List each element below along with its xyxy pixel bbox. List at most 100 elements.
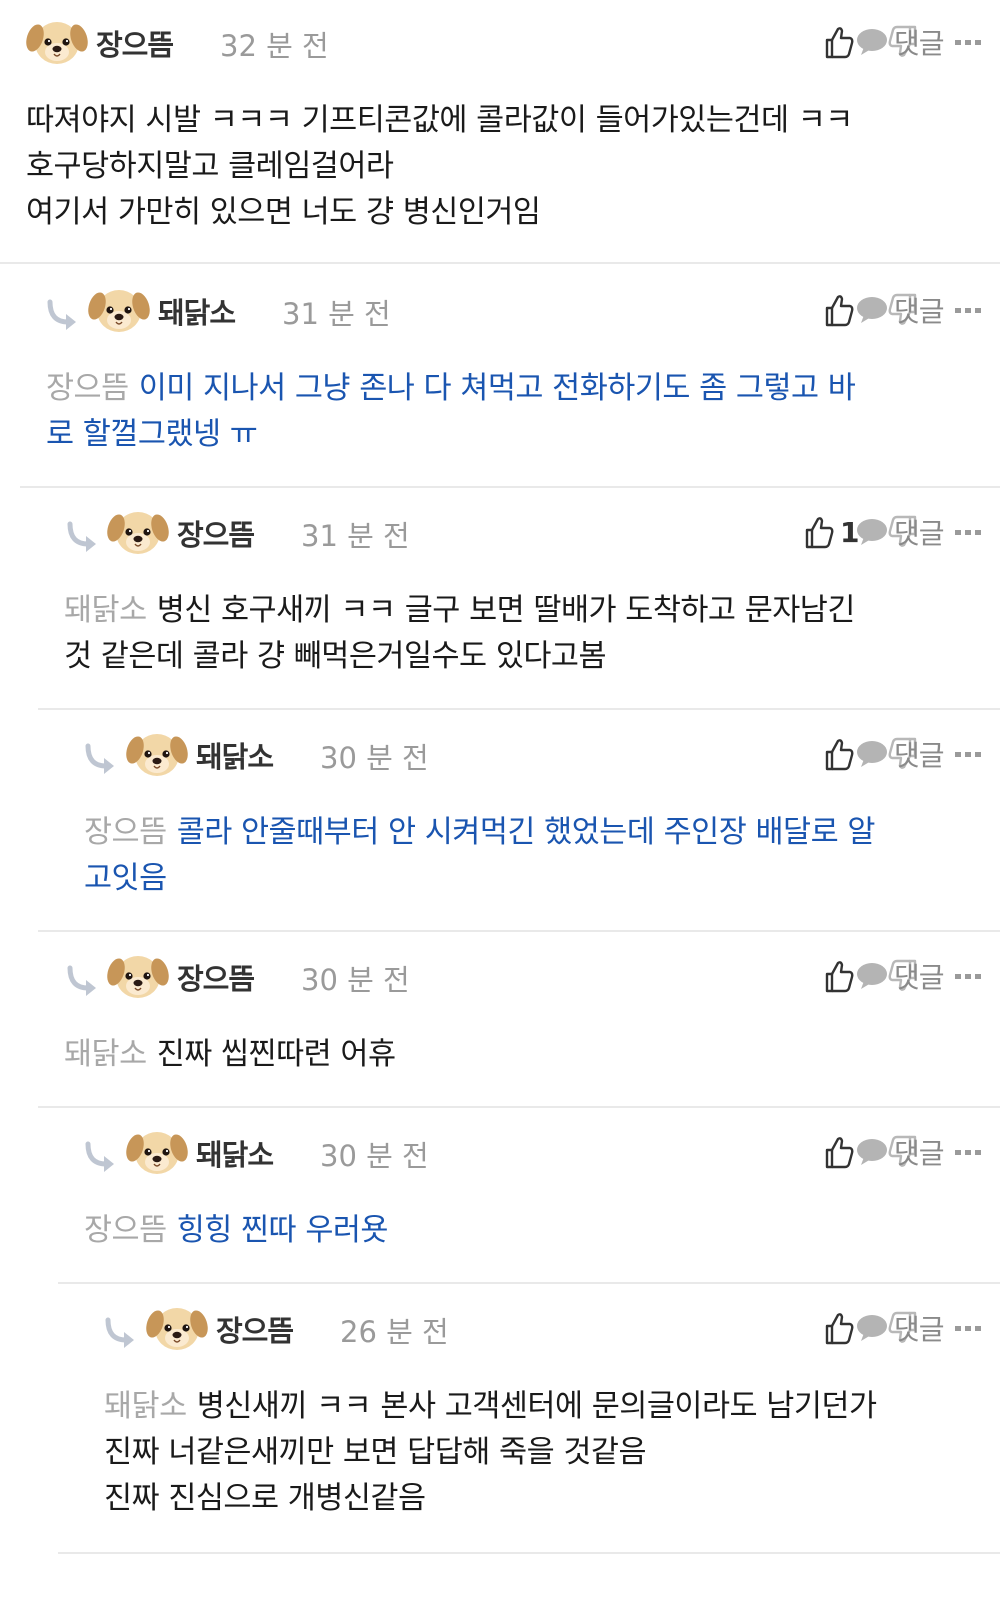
comment-text-line: 것 같은데 콜라 걍 빼먹은거일수도 있다고봄 [64, 634, 855, 680]
reply-button[interactable]: 댓글 [856, 512, 945, 552]
avatar[interactable] [126, 724, 188, 782]
username[interactable]: 돼닭소 [158, 290, 236, 332]
mention-tag[interactable]: 장으뜸 [84, 815, 167, 850]
username[interactable]: 장으뜸 [177, 956, 255, 998]
comment-text-line: 돼닭소 진짜 씹찐따련 어휴 [64, 1032, 396, 1078]
divider [0, 262, 1000, 264]
thumbs-up-icon [804, 515, 834, 549]
more-button[interactable] [954, 20, 982, 64]
username[interactable]: 장으뜸 [216, 1308, 294, 1350]
mention-tag[interactable]: 장으뜸 [46, 371, 129, 406]
divider [38, 1106, 1000, 1108]
reply-button[interactable]: 댓글 [856, 22, 945, 62]
comment-header: 돼닭소 30 분 전 [0, 724, 1000, 784]
mention-tag[interactable]: 돼닭소 [104, 1389, 187, 1424]
more-button[interactable] [954, 510, 982, 554]
more-dots-icon [954, 971, 982, 981]
comment-text-line: 장으뜸 힝힝 찐따 우러욧 [84, 1208, 389, 1254]
like-button[interactable] [824, 1130, 854, 1174]
reply-label: 댓글 [894, 1313, 945, 1346]
thumbs-up-icon [824, 959, 854, 993]
like-button[interactable]: 1 [804, 510, 859, 554]
username[interactable]: 돼닭소 [196, 1132, 274, 1174]
like-button[interactable] [824, 954, 854, 998]
comment-text: 따져야지 시발 ㅋㅋㅋ 기프티콘값에 콜라값이 들어가있는건데 ㅋㅋ [26, 103, 853, 138]
comment-text-line: 돼닭소 병신새끼 ㅋㅋ 본사 고객센터에 문의글이라도 남기던가 [104, 1384, 877, 1430]
reply-label: 댓글 [894, 961, 945, 994]
thumbs-up-icon [824, 25, 854, 59]
comment-text-line: 장으뜸 콜라 안줄때부터 안 시켜먹긴 했었는데 주인장 배달로 알 [84, 810, 875, 856]
reply-button[interactable]: 댓글 [856, 1132, 945, 1172]
reply-label: 댓글 [894, 1137, 945, 1170]
timestamp: 26 분 전 [340, 1315, 449, 1349]
speech-bubble-icon [856, 1137, 888, 1167]
timestamp: 30 분 전 [320, 741, 429, 775]
comment-text-line: 장으뜸 이미 지나서 그냥 존나 다 쳐먹고 전화하기도 좀 그렇고 바 [46, 366, 856, 412]
comment-text: 여기서 가만히 있으면 너도 걍 병신인거임 [26, 195, 541, 230]
timestamp: 31 분 전 [301, 519, 410, 553]
thumbs-up-icon [824, 737, 854, 771]
comment-text-line: 진짜 진심으로 개병신같음 [104, 1476, 877, 1522]
comment-body: 돼닭소 병신새끼 ㅋㅋ 본사 고객센터에 문의글이라도 남기던가 진짜 너같은새끼만… [104, 1384, 877, 1522]
thumbs-up-icon [824, 1135, 854, 1169]
more-button[interactable] [954, 1130, 982, 1174]
reply-button[interactable]: 댓글 [856, 734, 945, 774]
more-button[interactable] [954, 1306, 982, 1350]
comment-text: 이미 지나서 그냥 존나 다 쳐먹고 전화하기도 좀 그렇고 바 [138, 371, 856, 406]
avatar[interactable] [88, 280, 150, 338]
reply-button[interactable]: 댓글 [856, 1308, 945, 1348]
reply-arrow-icon [44, 296, 84, 336]
divider [20, 486, 1000, 488]
comment-text-line: 여기서 가만히 있으면 너도 걍 병신인거임 [26, 190, 853, 236]
more-button[interactable] [954, 288, 982, 332]
username[interactable]: 장으뜸 [177, 512, 255, 554]
speech-bubble-icon [856, 295, 888, 325]
like-button[interactable] [824, 732, 854, 776]
timestamp: 30 분 전 [320, 1139, 429, 1173]
reply-label: 댓글 [894, 295, 945, 328]
avatar[interactable] [146, 1298, 208, 1356]
mention-tag[interactable]: 돼닭소 [64, 593, 147, 628]
comment-header: 장으뜸 26 분 전 [0, 1298, 1000, 1358]
comment-text: 병신 호구새끼 ㅋㅋ 글구 보면 딸배가 도착하고 문자남긴 [156, 593, 856, 628]
thumbs-up-icon [824, 293, 854, 327]
comment-header: 돼닭소 30 분 전 [0, 1122, 1000, 1182]
more-button[interactable] [954, 954, 982, 998]
divider [58, 1552, 1000, 1554]
comment-text: 힝힝 찐따 우러욧 [176, 1213, 389, 1248]
avatar[interactable] [126, 1122, 188, 1180]
avatar[interactable] [107, 502, 169, 560]
more-button[interactable] [954, 732, 982, 776]
speech-bubble-icon [856, 1313, 888, 1343]
comment-text-line: 호구당하지말고 클레임걸어라 [26, 144, 853, 190]
reply-arrow-icon [64, 518, 104, 558]
username[interactable]: 돼닭소 [196, 734, 274, 776]
reply-label: 댓글 [894, 27, 945, 60]
comment-header: 장으뜸 30 분 전 [0, 946, 1000, 1006]
divider [38, 708, 1000, 710]
avatar[interactable] [26, 12, 88, 70]
comment-text-line: 로 할껄그랬넹 ㅠ [46, 412, 855, 458]
comment-body: 장으뜸 힝힝 찐따 우러욧 [84, 1208, 389, 1254]
reply-label: 댓글 [894, 517, 945, 550]
like-button[interactable] [824, 1306, 854, 1350]
reply-button[interactable]: 댓글 [856, 290, 945, 330]
comment-text: 것 같은데 콜라 걍 빼먹은거일수도 있다고봄 [64, 639, 607, 674]
mention-tag[interactable]: 장으뜸 [84, 1213, 167, 1248]
timestamp: 31 분 전 [282, 297, 391, 331]
comment-text-line: 따져야지 시발 ㅋㅋㅋ 기프티콘값에 콜라값이 들어가있는건데 ㅋㅋ [26, 98, 853, 144]
reply-arrow-icon [102, 1314, 142, 1354]
reply-label: 댓글 [894, 739, 945, 772]
comment-body: 따져야지 시발 ㅋㅋㅋ 기프티콘값에 콜라값이 들어가있는건데 ㅋㅋ 호구당하지말… [26, 98, 853, 236]
like-button[interactable] [824, 20, 854, 64]
speech-bubble-icon [856, 961, 888, 991]
comment-text: 콜라 안줄때부터 안 시켜먹긴 했었는데 주인장 배달로 알 [176, 815, 876, 850]
comment-text: 로 할껄그랬넹 ㅠ [46, 417, 258, 452]
mention-tag[interactable]: 돼닭소 [64, 1037, 147, 1072]
more-dots-icon [954, 749, 982, 759]
avatar[interactable] [107, 946, 169, 1004]
comment-text: 진짜 씹찐따련 어휴 [156, 1037, 396, 1072]
username[interactable]: 장으뜸 [96, 22, 174, 64]
reply-button[interactable]: 댓글 [856, 956, 945, 996]
like-button[interactable] [824, 288, 854, 332]
